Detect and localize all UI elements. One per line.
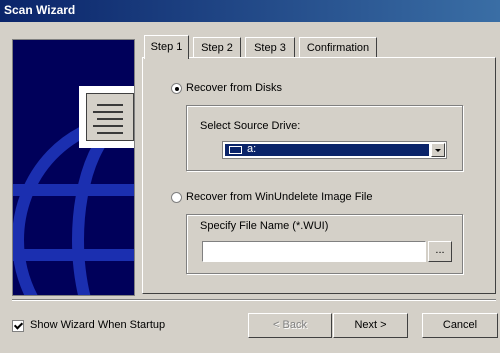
window-title: Scan Wizard bbox=[4, 3, 76, 17]
floppy-drive-icon bbox=[229, 146, 242, 154]
show-wizard-checkbox[interactable] bbox=[12, 320, 24, 332]
source-drive-select[interactable]: a: bbox=[222, 141, 447, 159]
tab-step-1[interactable]: Step 1 bbox=[144, 35, 189, 59]
browse-button[interactable]: ... bbox=[428, 241, 452, 262]
tab-confirmation[interactable]: Confirmation bbox=[299, 37, 377, 58]
file-name-input[interactable] bbox=[202, 241, 426, 262]
next-button[interactable]: Next > bbox=[333, 313, 408, 338]
select-source-drive-label: Select Source Drive: bbox=[200, 120, 301, 132]
title-bar[interactable]: Scan Wizard bbox=[0, 0, 500, 22]
wizard-sidebar-art bbox=[12, 39, 135, 296]
tab-step-2[interactable]: Step 2 bbox=[193, 37, 241, 58]
source-drive-group bbox=[186, 105, 463, 171]
cancel-button[interactable]: Cancel bbox=[422, 313, 498, 338]
recover-from-image-radio[interactable] bbox=[171, 192, 182, 203]
recover-from-disks-radio[interactable] bbox=[171, 83, 182, 94]
tab-step-3[interactable]: Step 3 bbox=[245, 37, 295, 58]
footer-divider bbox=[12, 299, 496, 301]
back-button[interactable]: < Back bbox=[248, 313, 332, 338]
chevron-down-icon[interactable] bbox=[431, 143, 445, 157]
show-wizard-label[interactable]: Show Wizard When Startup bbox=[30, 319, 165, 331]
file-name-label: Specify File Name (*.WUI) bbox=[200, 220, 329, 232]
document-icon bbox=[79, 86, 134, 148]
recover-from-image-label[interactable]: Recover from WinUndelete Image File bbox=[186, 191, 372, 203]
recover-from-disks-label[interactable]: Recover from Disks bbox=[186, 82, 282, 94]
source-drive-value: a: bbox=[247, 143, 257, 155]
globe-graphic bbox=[13, 114, 134, 295]
